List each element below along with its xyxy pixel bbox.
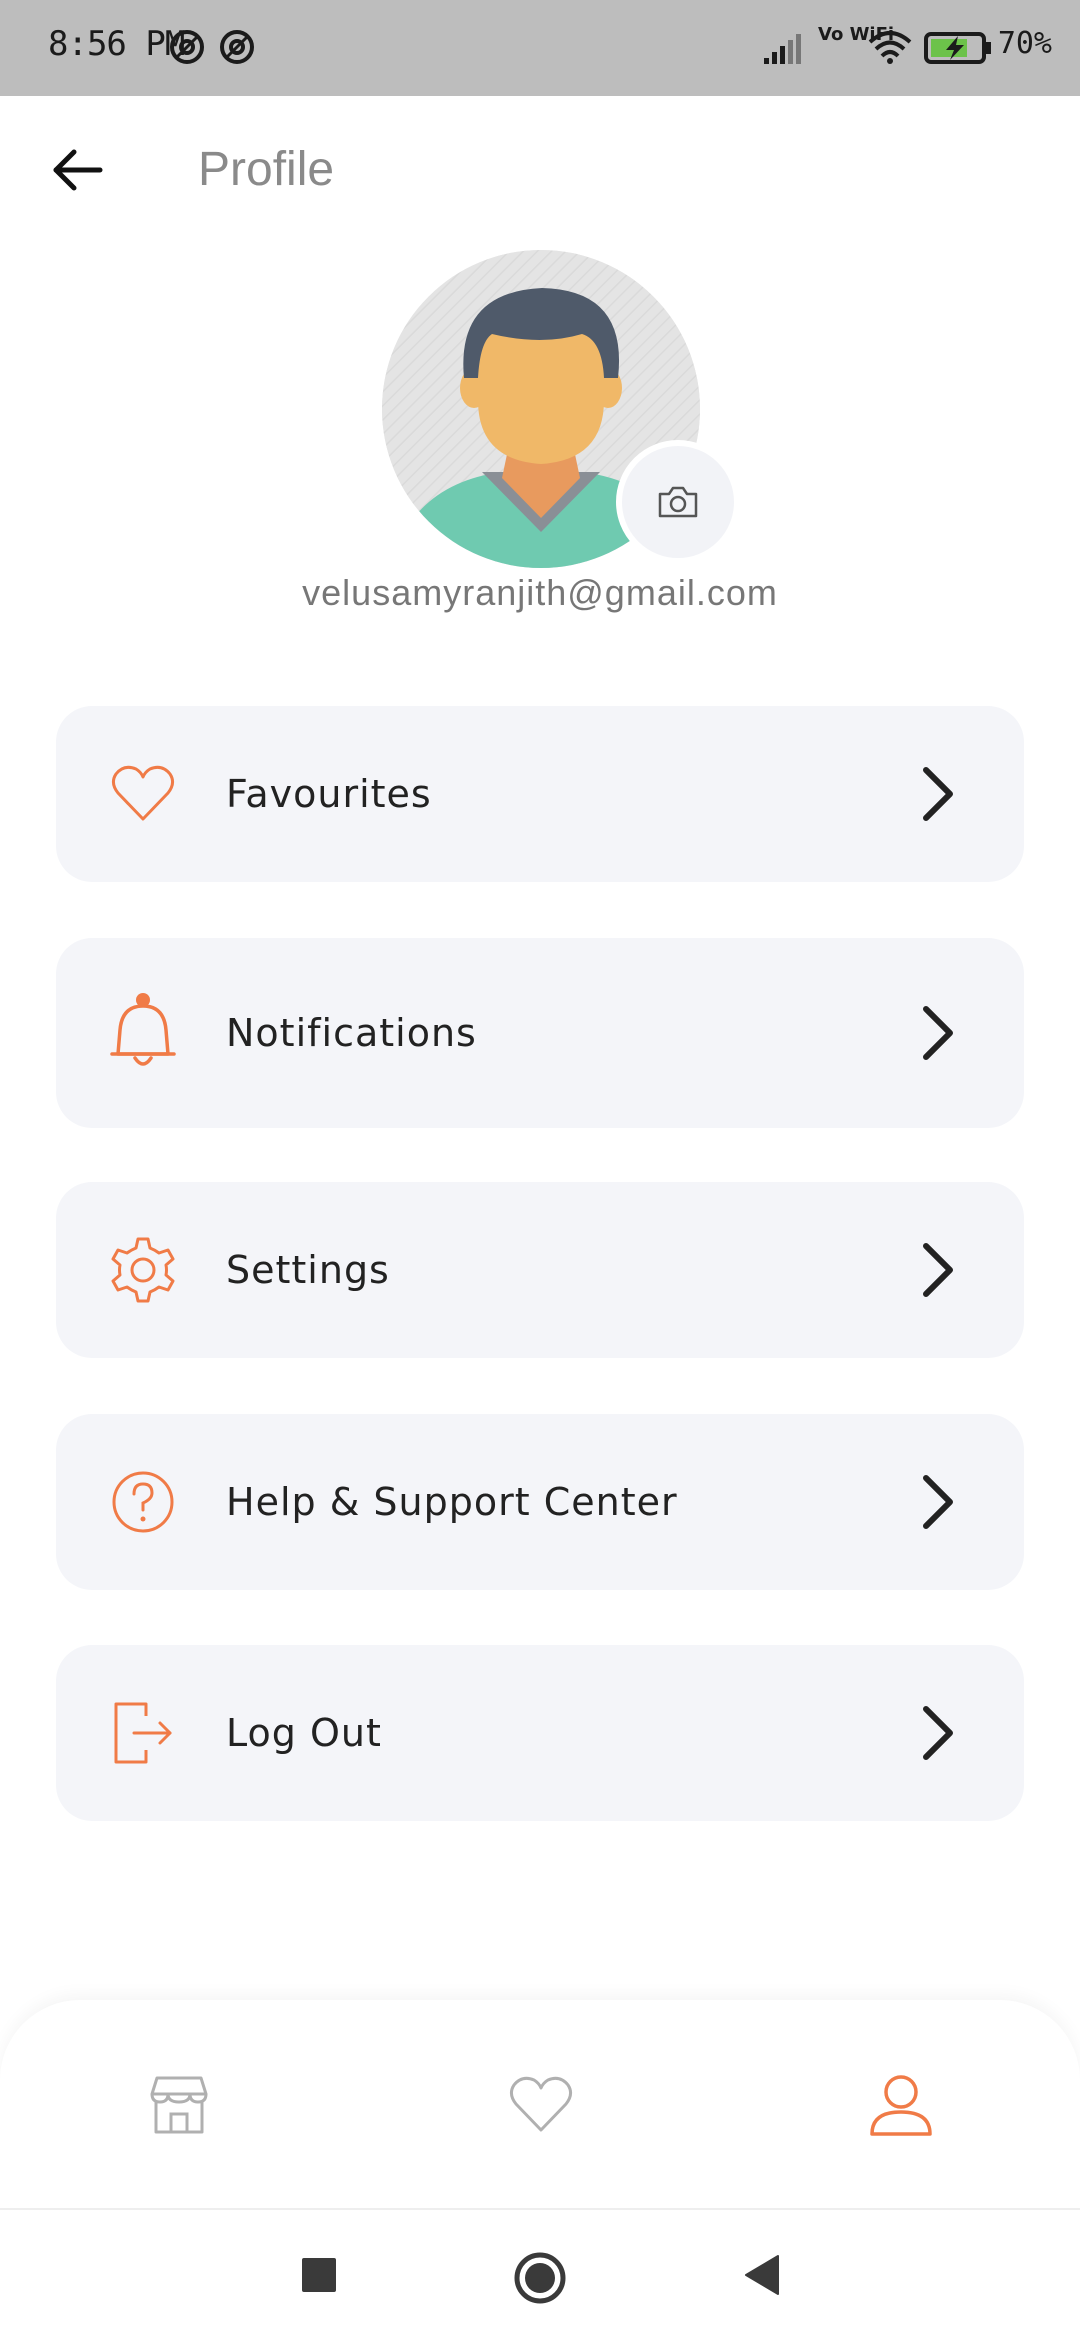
arrow-left-icon	[53, 149, 103, 191]
status-bar: 8:56 PM Vo WiFi 70%	[0, 0, 1080, 96]
notification-a-icon	[168, 28, 206, 70]
chevron-right-icon	[916, 764, 960, 824]
menu-item-settings[interactable]: Settings	[56, 1182, 1024, 1358]
battery-percentage: 70%	[997, 26, 1052, 61]
wifi-icon	[868, 30, 912, 70]
gear-icon	[108, 1235, 178, 1305]
signal-icon	[762, 32, 806, 70]
menu-item-label: Help & Support Center	[226, 1480, 678, 1524]
menu-item-label: Notifications	[226, 1011, 477, 1055]
menu-item-label: Favourites	[226, 772, 432, 816]
bell-icon	[108, 993, 178, 1068]
chevron-right-icon	[916, 1003, 960, 1063]
home-button[interactable]	[512, 2250, 566, 2304]
nav-store-button[interactable]	[144, 2070, 214, 2140]
profile-avatar-area	[382, 250, 740, 568]
notification-b-icon	[218, 28, 256, 70]
user-icon	[870, 2075, 932, 2136]
bottom-navigation	[0, 2000, 1080, 2212]
square-icon	[302, 2258, 336, 2292]
back-button[interactable]	[48, 140, 108, 200]
back-nav-button[interactable]	[738, 2250, 788, 2300]
chevron-right-icon	[916, 1703, 960, 1763]
triangle-back-icon	[745, 2255, 779, 2295]
chevron-right-icon	[916, 1240, 960, 1300]
system-navigation-bar	[0, 2210, 1080, 2340]
camera-icon	[658, 486, 698, 518]
heart-icon	[509, 2076, 573, 2132]
menu-item-favourites[interactable]: Favourites	[56, 706, 1024, 882]
menu-item-help-support[interactable]: Help & Support Center	[56, 1414, 1024, 1590]
menu-item-logout[interactable]: Log Out	[56, 1645, 1024, 1821]
nav-favourites-button[interactable]	[506, 2070, 576, 2140]
battery-charging-icon	[924, 30, 994, 70]
profile-email: velusamyranjith@gmail.com	[302, 572, 778, 613]
nav-profile-button[interactable]	[866, 2070, 936, 2140]
page-title: Profile	[198, 143, 335, 196]
chevron-right-icon	[916, 1472, 960, 1532]
menu-item-label: Log Out	[226, 1711, 382, 1755]
heart-icon	[108, 759, 178, 829]
change-photo-button[interactable]	[616, 440, 740, 564]
help-circle-icon	[108, 1467, 178, 1537]
menu-item-notifications[interactable]: Notifications	[56, 938, 1024, 1128]
logout-icon	[108, 1698, 178, 1768]
menu-item-label: Settings	[226, 1248, 390, 1292]
store-icon	[150, 2076, 208, 2134]
home-circle-icon	[514, 2252, 566, 2304]
recent-apps-button[interactable]	[294, 2250, 344, 2300]
status-time: 8:56 PM	[48, 24, 185, 64]
